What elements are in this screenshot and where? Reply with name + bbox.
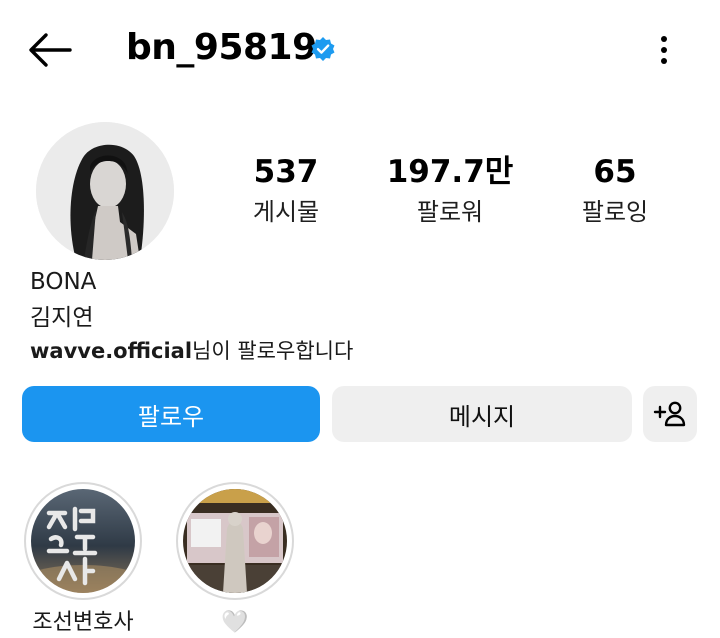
story-highlight[interactable]: 조선변호사 bbox=[20, 482, 146, 638]
top-bar: bn_95819 bbox=[0, 0, 720, 96]
arrow-left-icon[interactable] bbox=[26, 30, 72, 70]
profile-bio: 김지연 bbox=[30, 305, 94, 331]
stat-posts[interactable]: 537 게시물 bbox=[226, 150, 346, 229]
avatar-photo bbox=[36, 122, 174, 260]
followed-by-suffix: 님이 팔로우합니다 bbox=[192, 339, 354, 363]
followed-by-line[interactable]: wavve.official님이 팔로우합니다 bbox=[30, 336, 353, 366]
story-highlight[interactable]: 🤍 bbox=[172, 482, 298, 638]
stat-followers-count: 197.7만 bbox=[386, 154, 514, 190]
message-button[interactable]: 메시지 bbox=[332, 386, 632, 442]
highlight-cover bbox=[183, 489, 287, 593]
highlight-ring bbox=[176, 482, 294, 600]
stat-followers-label: 팔로워 bbox=[416, 198, 484, 226]
add-person-icon bbox=[653, 401, 686, 427]
verified-badge-icon bbox=[311, 37, 335, 61]
stat-posts-label: 게시물 bbox=[252, 198, 320, 226]
highlight-caption: 🤍 bbox=[221, 610, 249, 635]
followed-by-username[interactable]: wavve.official bbox=[30, 339, 192, 363]
highlight-caption: 조선변호사 bbox=[32, 610, 134, 635]
stat-following-label: 팔로잉 bbox=[581, 198, 649, 226]
stat-following-count: 65 bbox=[593, 154, 637, 190]
stat-following[interactable]: 65 팔로잉 bbox=[555, 150, 675, 229]
profile-username: bn_95819 bbox=[126, 27, 317, 68]
follow-button[interactable]: 팔로우 bbox=[22, 386, 320, 442]
highlight-cover bbox=[31, 489, 135, 593]
highlight-ring bbox=[24, 482, 142, 600]
stat-followers[interactable]: 197.7만 팔로워 bbox=[380, 150, 520, 229]
profile-full-name: BONA bbox=[30, 269, 97, 295]
suggested-accounts-button[interactable] bbox=[643, 386, 697, 442]
stat-posts-count: 537 bbox=[253, 154, 319, 190]
more-vertical-icon[interactable] bbox=[650, 30, 678, 70]
profile-avatar[interactable] bbox=[36, 122, 174, 260]
